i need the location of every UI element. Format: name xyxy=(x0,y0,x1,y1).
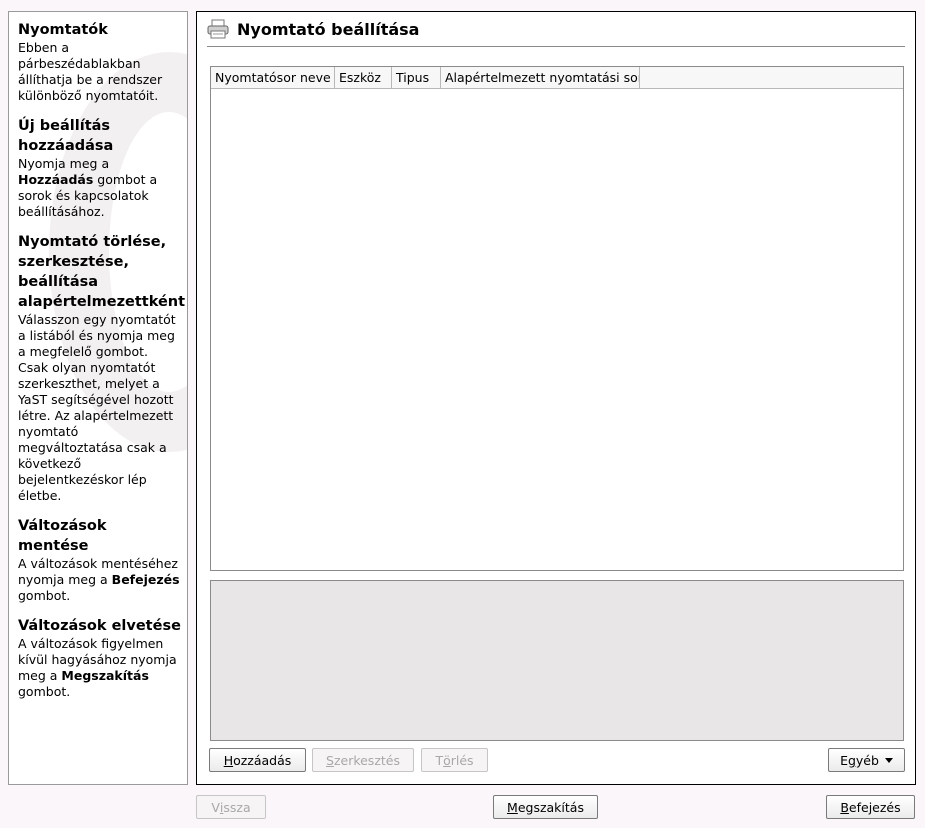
help-title: Új beállítás hozzáadása xyxy=(18,118,114,154)
other-menu-button[interactable]: Eg yéb xyxy=(828,748,905,772)
help-pane: Nyomtatók Ebben a párbeszédablakban állí… xyxy=(8,11,188,785)
help-section-add: Új beállítás hozzáadása Nyomja meg a Hoz… xyxy=(18,116,181,220)
column-header-default-queue[interactable]: Alapértelmezett nyomtatási sor xyxy=(441,67,640,88)
details-panel xyxy=(210,580,904,741)
column-header-queue-name[interactable]: Nyomtatósor neve xyxy=(211,67,335,88)
back-button[interactable]: Vi ssza xyxy=(196,795,266,819)
chevron-down-icon xyxy=(884,757,893,763)
edit-button[interactable]: Szerkesztés xyxy=(312,748,414,772)
help-section-save: Változások mentése A változások mentéséh… xyxy=(18,516,181,604)
column-header-device[interactable]: Eszköz xyxy=(335,67,392,88)
column-header-type[interactable]: Tipus xyxy=(392,67,441,88)
help-section-printers: Nyomtatók Ebben a párbeszédablakban állí… xyxy=(18,20,181,104)
dialog-header: Nyomtató beállítása xyxy=(207,18,419,40)
help-title: Változások mentése xyxy=(18,518,107,554)
help-text: Válasszon egy nyomtatót a listából és ny… xyxy=(18,312,176,503)
help-text: A változások figyelmen kívül hagyásához … xyxy=(18,636,177,699)
help-section-delete-edit: Nyomtató törlése, szerkesztése, beállítá… xyxy=(18,232,186,504)
page-title: Nyomtató beállítása xyxy=(237,19,420,39)
printer-icon xyxy=(207,19,229,39)
help-title: Nyomtató törlése, szerkesztése, beállítá… xyxy=(18,234,186,310)
abort-button[interactable]: Megszakítás xyxy=(493,795,598,819)
main-pane: Nyomtató beállítása Nyomtatósor neve Esz… xyxy=(196,11,916,785)
help-text: Ebben a párbeszédablakban állíthatja be … xyxy=(18,40,163,103)
table-header: Nyomtatósor neve Eszköz Tipus Alapértelm… xyxy=(211,67,903,89)
help-title: Változások elvetése xyxy=(18,618,181,634)
printer-queue-table[interactable]: Nyomtatósor neve Eszköz Tipus Alapértelm… xyxy=(210,66,904,571)
add-button[interactable]: Hozzáadás xyxy=(209,748,306,772)
help-title: Nyomtatók xyxy=(18,22,108,38)
help-text: A változások mentéséhez nyomja meg a Bef… xyxy=(18,556,180,603)
help-section-discard: Változások elvetése A változások figyelm… xyxy=(18,616,181,700)
header-divider xyxy=(207,46,905,47)
delete-button[interactable]: Tö rlés xyxy=(421,748,488,772)
help-text: Nyomja meg a Hozzáadás gombot a sorok és… xyxy=(18,156,158,219)
finish-button[interactable]: Befejezés xyxy=(826,795,915,819)
